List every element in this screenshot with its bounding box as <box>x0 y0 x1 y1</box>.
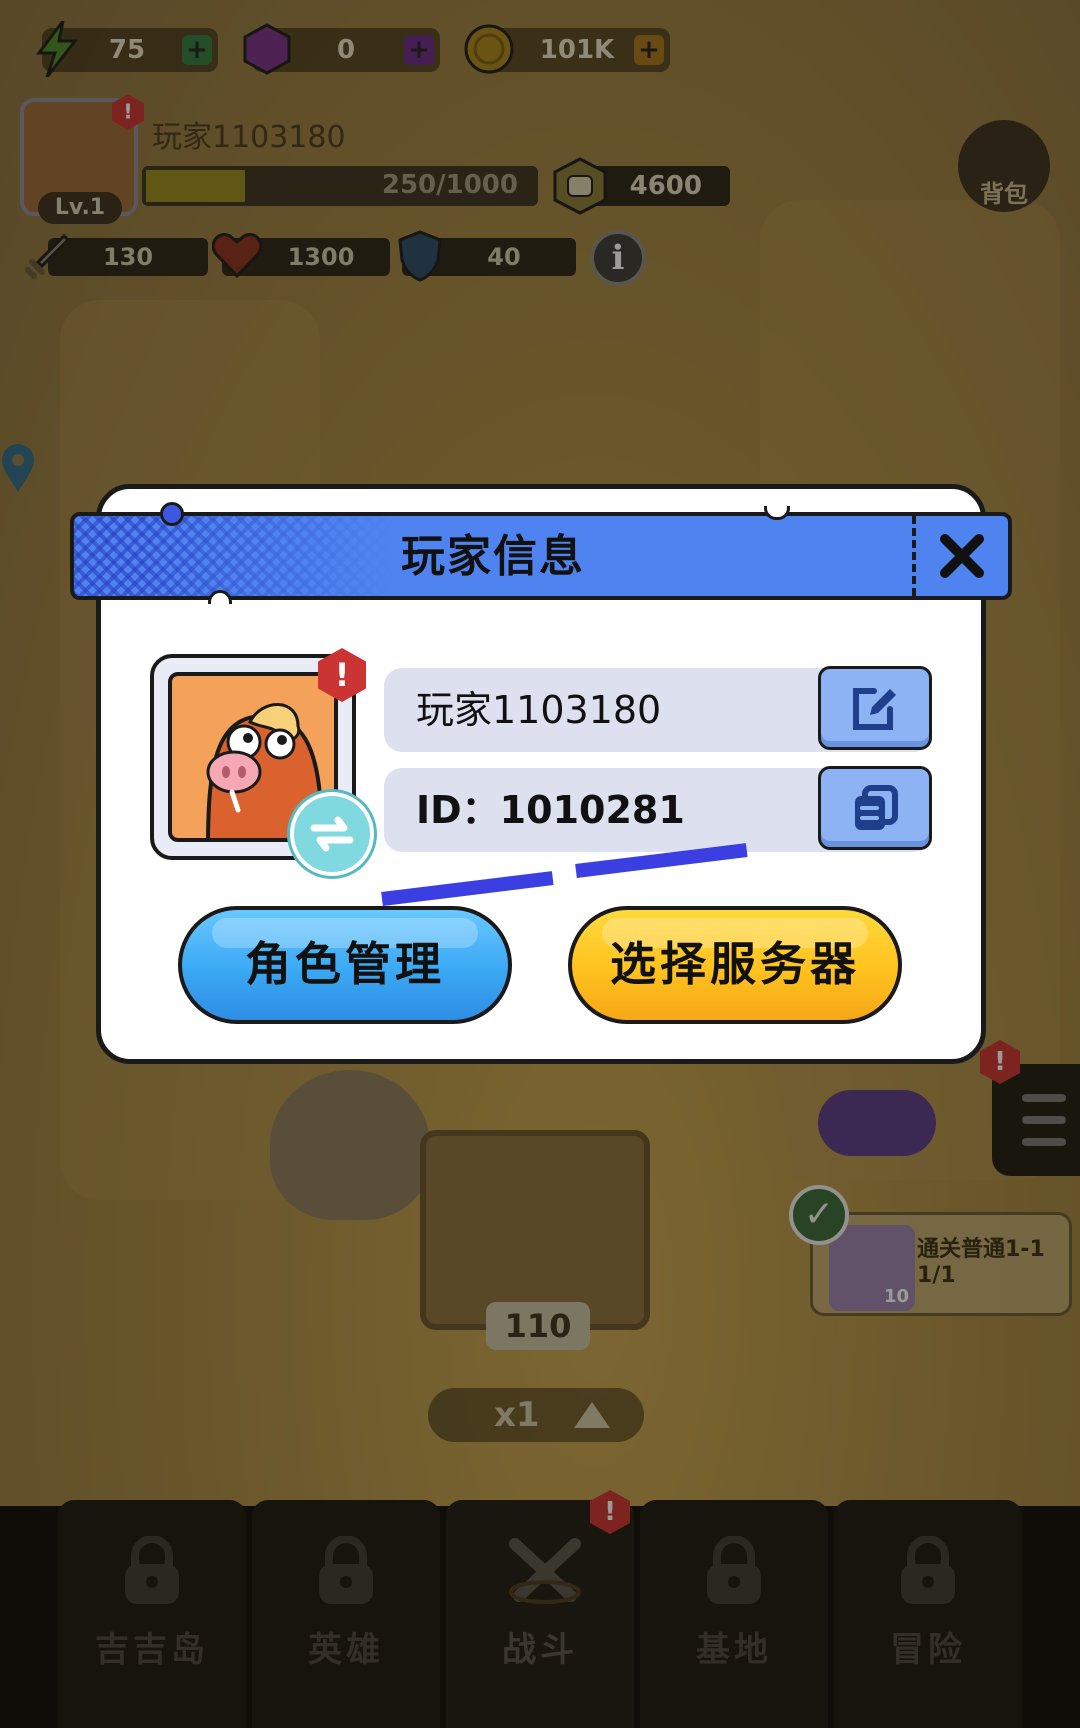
title-bar-rivet <box>160 502 184 526</box>
edit-name-button[interactable] <box>818 666 932 750</box>
close-button[interactable] <box>916 516 1008 596</box>
copy-icon <box>855 785 898 830</box>
swap-icon <box>310 816 354 852</box>
select-server-label: 选择服务器 <box>610 937 860 991</box>
swap-avatar-button[interactable] <box>290 792 374 876</box>
role-management-button[interactable]: 角色管理 <box>178 906 512 1024</box>
player-name-value: 玩家1103180 <box>416 688 662 732</box>
player-id-value: ID：1010281 <box>416 788 685 832</box>
copy-id-button[interactable] <box>818 766 932 850</box>
select-server-button[interactable]: 选择服务器 <box>568 906 902 1024</box>
role-management-label: 角色管理 <box>245 937 445 991</box>
dialog-title-bar: 玩家信息 <box>70 512 1012 600</box>
dialog-title: 玩家信息 <box>401 531 585 582</box>
close-icon <box>940 534 984 578</box>
edit-icon <box>853 688 896 730</box>
